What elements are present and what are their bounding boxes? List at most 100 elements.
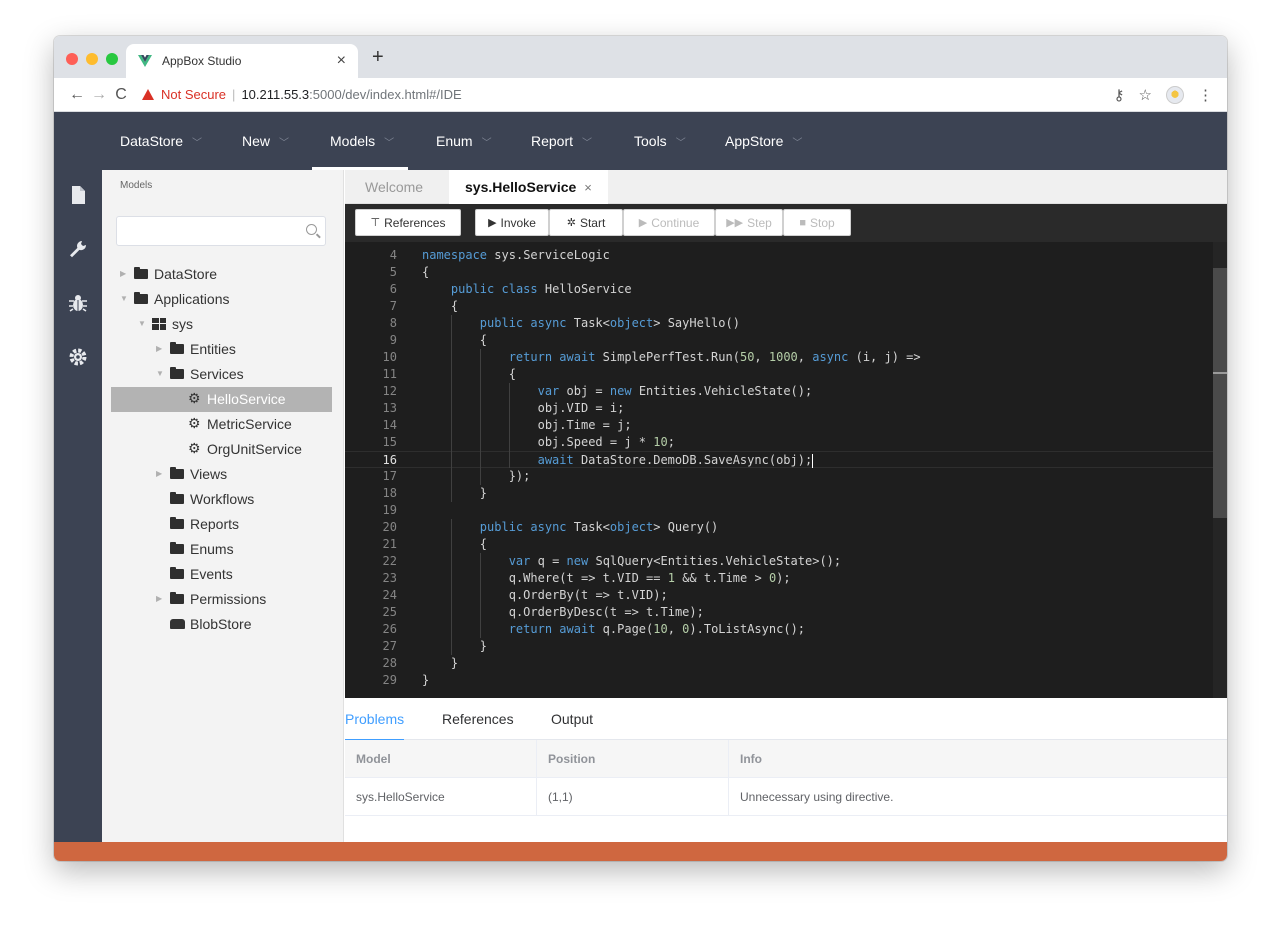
code-line[interactable]: 4 namespace sys.ServiceLogic xyxy=(345,247,1213,264)
menu-datastore[interactable]: DataStore ﹀ xyxy=(120,112,202,170)
code-line[interactable]: 17 }); xyxy=(345,468,1213,485)
search-input[interactable] xyxy=(125,217,305,245)
profile-avatar-icon[interactable] xyxy=(1166,85,1184,104)
not-secure-badge[interactable]: Not Secure xyxy=(142,87,226,102)
code-line[interactable]: 8 public async Task<object> SayHello() xyxy=(345,315,1213,332)
stop-button[interactable]: ■ Stop xyxy=(783,209,851,236)
menu-report[interactable]: Report ﹀ xyxy=(531,112,592,170)
code-line[interactable]: 23 q.Where(t => t.VID == 1 && t.Time > 0… xyxy=(345,570,1213,587)
tab-sys-helloservice[interactable]: sys.HelloService × xyxy=(449,170,608,204)
caret-right-icon[interactable]: ▶ xyxy=(156,594,170,603)
code-line[interactable]: 21 { xyxy=(345,536,1213,553)
minimize-window-button[interactable] xyxy=(86,53,98,65)
tree-item-orgunitservice[interactable]: ⚙ OrgUnitService xyxy=(188,436,302,461)
table-row[interactable]: sys.HelloService (1,1) Unnecessary using… xyxy=(345,778,1227,816)
code-line[interactable]: 26 return await q.Page(10, 0).ToListAsyn… xyxy=(345,621,1213,638)
new-tab-button[interactable]: + xyxy=(372,46,384,69)
tree-item-views[interactable]: ▶ Views xyxy=(156,461,227,486)
code-line[interactable]: 27 } xyxy=(345,638,1213,655)
tree-item-sys[interactable]: ▼ sys xyxy=(138,311,193,336)
tree-item-blobstore[interactable]: BlobStore xyxy=(170,611,251,636)
reload-icon[interactable]: C xyxy=(110,86,132,104)
tree-item-entities[interactable]: ▶ Entities xyxy=(156,336,236,361)
code-line[interactable]: 20 public async Task<object> Query() xyxy=(345,519,1213,536)
step-button[interactable]: ▶▶ Step xyxy=(715,209,783,236)
code-line[interactable]: 7 { xyxy=(345,298,1213,315)
caret-down-icon[interactable]: ▼ xyxy=(156,369,170,378)
code-line[interactable]: 5{ xyxy=(345,264,1213,281)
code-line[interactable]: 22 var q = new SqlQuery<Entities.Vehicle… xyxy=(345,553,1213,570)
browser-tab[interactable]: AppBox Studio × xyxy=(126,44,358,78)
chevron-down-icon: ﹀ xyxy=(384,137,395,149)
menu-tools[interactable]: Tools ﹀ xyxy=(634,112,686,170)
code-line[interactable]: 13 obj.VID = i; xyxy=(345,400,1213,417)
close-tab-icon[interactable]: × xyxy=(337,52,346,70)
code-line[interactable]: 28 } xyxy=(345,655,1213,672)
close-window-button[interactable] xyxy=(66,53,78,65)
caret-right-icon[interactable]: ▶ xyxy=(156,344,170,353)
tab-output[interactable]: Output xyxy=(551,698,593,740)
close-tab-icon[interactable]: × xyxy=(584,180,592,195)
bug-icon: ✲ xyxy=(566,217,576,229)
menu-enum[interactable]: Enum ﹀ xyxy=(436,112,492,170)
code-line[interactable]: 9 { xyxy=(345,332,1213,349)
code-line[interactable]: 12 var obj = new Entities.VehicleState()… xyxy=(345,383,1213,400)
references-button[interactable]: ⊤ References xyxy=(355,209,461,236)
more-menu-icon[interactable]: ⋮ xyxy=(1198,86,1213,104)
column-header-info[interactable]: Info xyxy=(729,740,1227,778)
back-arrow-icon[interactable]: ← xyxy=(66,86,88,104)
editor-scrollbar-thumb[interactable] xyxy=(1213,268,1227,518)
tree-item-applications[interactable]: ▼ Applications xyxy=(120,286,230,311)
url-field[interactable]: Not Secure | 10.211.55.3 :5000/dev/index… xyxy=(142,87,462,102)
code-line[interactable]: 16 await DataStore.DemoDB.SaveAsync(obj)… xyxy=(345,451,1213,468)
code-editor[interactable]: 4 namespace sys.ServiceLogic 5{6 public cl… xyxy=(345,242,1227,698)
code-line[interactable]: 6 public class HelloService xyxy=(345,281,1213,298)
bug-icon[interactable] xyxy=(67,292,89,314)
code-line[interactable]: 29} xyxy=(345,672,1213,689)
menu-new[interactable]: New ﹀ xyxy=(242,112,289,170)
tree-item-datastore[interactable]: ▶ DataStore xyxy=(120,261,217,286)
column-header-model[interactable]: Model xyxy=(345,740,537,778)
caret-right-icon[interactable]: ▶ xyxy=(156,469,170,478)
gear-icon[interactable] xyxy=(67,346,89,368)
invoke-button[interactable]: ▶ Invoke xyxy=(475,209,549,236)
code-line[interactable]: 24 q.OrderBy(t => t.VID); xyxy=(345,587,1213,604)
forward-arrow-icon[interactable]: → xyxy=(88,86,110,104)
tree-item-metricservice[interactable]: ⚙ MetricService xyxy=(188,411,292,436)
code-line[interactable]: 25 q.OrderByDesc(t => t.Time); xyxy=(345,604,1213,621)
tree-item-helloservice[interactable]: ⚙ HelloService xyxy=(188,386,286,411)
key-icon[interactable]: ⚷ xyxy=(1114,86,1125,104)
continue-button[interactable]: ▶ Continue xyxy=(623,209,715,236)
chevron-down-icon: ﹀ xyxy=(279,137,290,149)
folder-icon xyxy=(170,491,184,504)
code-line[interactable]: 11 { xyxy=(345,366,1213,383)
tree-item-permissions[interactable]: ▶ Permissions xyxy=(156,586,266,611)
cell-info: Unnecessary using directive. xyxy=(740,790,894,804)
maximize-window-button[interactable] xyxy=(106,53,118,65)
wrench-icon[interactable] xyxy=(67,238,89,260)
search-icon[interactable] xyxy=(306,224,317,235)
menu-appstore[interactable]: AppStore ﹀ xyxy=(725,112,802,170)
code-line[interactable]: 19 xyxy=(345,502,1213,519)
star-icon[interactable]: ☆ xyxy=(1139,86,1152,104)
tree-item-workflows[interactable]: Workflows xyxy=(170,486,254,511)
tree-item-enums[interactable]: Enums xyxy=(170,536,234,561)
tab-references[interactable]: References xyxy=(442,698,514,740)
column-header-position[interactable]: Position xyxy=(537,740,729,778)
tab-problems[interactable]: Problems xyxy=(345,698,405,741)
file-icon[interactable] xyxy=(67,184,89,206)
code-line[interactable]: 10 return await SimplePerfTest.Run(50, 1… xyxy=(345,349,1213,366)
tree-item-label: Services xyxy=(190,365,244,382)
start-debug-button[interactable]: ✲ Start xyxy=(549,209,623,236)
code-line[interactable]: 15 obj.Speed = j * 10; xyxy=(345,434,1213,451)
caret-down-icon[interactable]: ▼ xyxy=(120,294,134,303)
code-line[interactable]: 14 obj.Time = j; xyxy=(345,417,1213,434)
tree-item-reports[interactable]: Reports xyxy=(170,511,239,536)
menu-models[interactable]: Models ﹀ xyxy=(311,112,409,170)
code-line[interactable]: 18 } xyxy=(345,485,1213,502)
caret-down-icon[interactable]: ▼ xyxy=(138,319,152,328)
caret-right-icon[interactable]: ▶ xyxy=(120,269,134,278)
tree-item-services[interactable]: ▼ Services xyxy=(156,361,244,386)
tab-welcome[interactable]: Welcome xyxy=(365,170,423,204)
tree-item-events[interactable]: Events xyxy=(170,561,233,586)
